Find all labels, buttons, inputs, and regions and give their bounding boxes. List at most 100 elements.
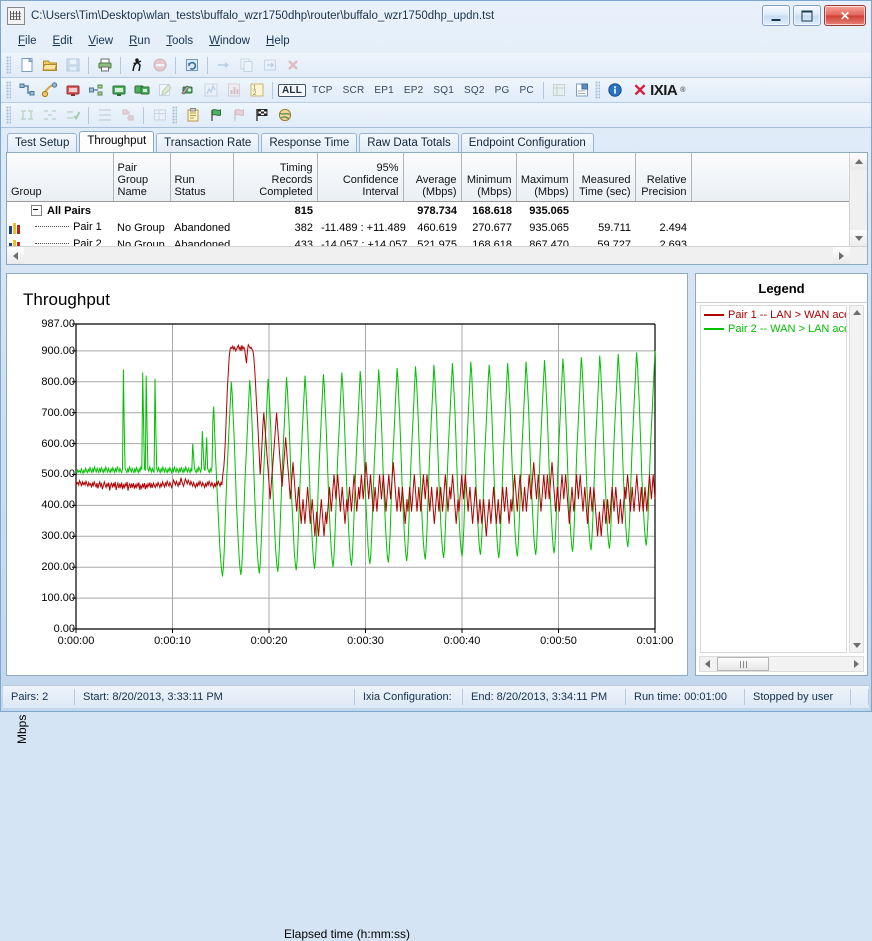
export-icon[interactable] (259, 55, 280, 76)
tab-throughput[interactable]: Throughput (79, 131, 155, 152)
toolbar-grip[interactable] (594, 81, 600, 99)
tab-response-time[interactable]: Response Time (261, 133, 358, 152)
scroll-right-button[interactable] (833, 247, 850, 264)
grid-vertical-scrollbar[interactable] (849, 153, 867, 247)
new-file-icon[interactable] (16, 55, 37, 76)
close-button[interactable]: ✕ (824, 5, 866, 26)
protocol-pg-button[interactable]: PG (491, 84, 514, 97)
report-icon[interactable] (223, 80, 244, 101)
col-minimum[interactable]: Minimum (Mbps) (461, 153, 517, 202)
maximize-button[interactable] (793, 5, 821, 26)
col-pair-group-name[interactable]: Pair Group Name (113, 153, 171, 202)
capture-icon[interactable] (177, 80, 198, 101)
cell-timing-records: 815 (294, 204, 313, 217)
col-run-status[interactable]: Run Status (170, 153, 234, 202)
scroll-right-button[interactable] (849, 657, 863, 671)
protocol-tcp-button[interactable]: TCP (308, 84, 337, 97)
col-maximum[interactable]: Maximum (Mbps) (516, 153, 574, 202)
monitor-red-icon[interactable] (62, 80, 83, 101)
scroll-up-button[interactable] (850, 306, 863, 319)
tab-test-setup[interactable]: Test Setup (7, 133, 78, 152)
table-row-all-pairs[interactable]: All Pairs 815 978.734 168.618 935.065 (7, 202, 850, 220)
protocol-scr-button[interactable]: SCR (339, 84, 369, 97)
clipboard-flag-icon[interactable] (182, 105, 203, 126)
ungroup-pairs-icon[interactable] (39, 105, 60, 126)
monitor-pair-icon[interactable] (131, 80, 152, 101)
protocol-sq1-button[interactable]: SQ1 (429, 84, 458, 97)
scroll-down-button[interactable] (850, 639, 863, 652)
legend-vertical-scrollbar[interactable] (849, 305, 864, 653)
menu-help[interactable]: Help (258, 33, 298, 49)
info-icon[interactable] (605, 80, 626, 101)
tab-endpoint-configuration[interactable]: Endpoint Configuration (460, 133, 594, 152)
protocol-pc-button[interactable]: PC (516, 84, 538, 97)
minimize-button[interactable] (762, 5, 790, 26)
col-timing-records[interactable]: Timing Records Completed (233, 153, 318, 202)
stop-test-icon[interactable] (149, 55, 170, 76)
toolbar-grip[interactable] (6, 56, 11, 74)
numbering-icon[interactable]: 12 (246, 80, 267, 101)
menu-edit[interactable]: Edit (45, 33, 81, 49)
copy-icon[interactable] (236, 55, 257, 76)
grid-horizontal-scrollbar[interactable] (7, 246, 867, 264)
tab-transaction-rate[interactable]: Transaction Rate (156, 133, 260, 152)
network-node-icon[interactable] (16, 80, 37, 101)
col-relative-precision[interactable]: Relative Precision (635, 153, 692, 202)
toolbar-grip[interactable] (6, 81, 11, 99)
paste-arrow-icon[interactable] (213, 55, 234, 76)
connection-icon[interactable] (39, 80, 60, 101)
menu-window[interactable]: Window (201, 33, 258, 49)
toolbars: 12 ALL TCP SCR EP1 EP2 SQ1 SQ2 PG PC ✕ I… (1, 53, 871, 129)
scroll-left-button[interactable] (7, 247, 24, 264)
col-group[interactable]: Group (7, 153, 114, 202)
report-table-icon[interactable] (149, 105, 170, 126)
menu-run[interactable]: Run (121, 33, 158, 49)
col-confidence-interval[interactable]: 95% Confidence Interval (317, 153, 404, 202)
menu-tools[interactable]: Tools (158, 33, 201, 49)
green-flag-icon[interactable] (205, 105, 226, 126)
save-icon[interactable] (62, 55, 83, 76)
print-icon[interactable] (94, 55, 115, 76)
table-row[interactable]: Pair 1 No Group Abandoned 382 -11.489 : … (7, 219, 850, 236)
group-pairs-icon[interactable] (16, 105, 37, 126)
red-flag-icon[interactable] (228, 105, 249, 126)
protocol-sq2-button[interactable]: SQ2 (460, 84, 489, 97)
spreadsheet-icon[interactable] (549, 80, 570, 101)
chevron-down-icon (854, 236, 863, 241)
delete-icon[interactable] (282, 55, 303, 76)
globe-flag-icon[interactable] (274, 105, 295, 126)
export-excel-icon[interactable] (572, 80, 593, 101)
status-pairs: Pairs: 2 (3, 689, 75, 705)
chart-icon[interactable] (200, 80, 221, 101)
legend-horizontal-scrollbar[interactable] (699, 656, 864, 672)
group-apply-icon[interactable] (62, 105, 83, 126)
protocol-ep1-button[interactable]: EP1 (370, 84, 398, 97)
pairs-red-icon[interactable] (117, 105, 138, 126)
run-test-icon[interactable] (126, 55, 147, 76)
col-measured-time[interactable]: Measured Time (sec) (573, 153, 636, 202)
collapse-icon[interactable] (31, 205, 42, 217)
checkered-flag-icon[interactable] (251, 105, 272, 126)
legend-item[interactable]: Pair 2 -- WAN > LAN acer (701, 322, 846, 336)
open-folder-icon[interactable] (39, 55, 60, 76)
col-average[interactable]: Average (Mbps) (403, 153, 462, 202)
menu-view[interactable]: View (80, 33, 121, 49)
tree-connector (35, 242, 70, 244)
toolbar-grip[interactable] (6, 106, 11, 124)
endpoint-icon[interactable] (85, 80, 106, 101)
edit-script-icon[interactable] (154, 80, 175, 101)
toolbar-grip[interactable] (172, 106, 177, 124)
monitor-green-icon[interactable] (108, 80, 129, 101)
legend-item[interactable]: Pair 1 -- LAN > WAN acer (701, 308, 846, 322)
scroll-up-button[interactable] (850, 153, 867, 170)
protocol-all-button[interactable]: ALL (278, 83, 307, 97)
refresh-icon[interactable] (181, 55, 202, 76)
scroll-left-button[interactable] (700, 657, 714, 671)
toolbar-protocols: 12 ALL TCP SCR EP1 EP2 SQ1 SQ2 PG PC ✕ I… (1, 78, 871, 103)
tab-raw-data-totals[interactable]: Raw Data Totals (359, 133, 459, 152)
scroll-down-button[interactable] (850, 230, 867, 247)
protocol-ep2-button[interactable]: EP2 (400, 84, 428, 97)
scrollbar-thumb[interactable] (717, 657, 769, 671)
distribute-icon[interactable] (94, 105, 115, 126)
menu-file[interactable]: FFileile (10, 33, 45, 49)
